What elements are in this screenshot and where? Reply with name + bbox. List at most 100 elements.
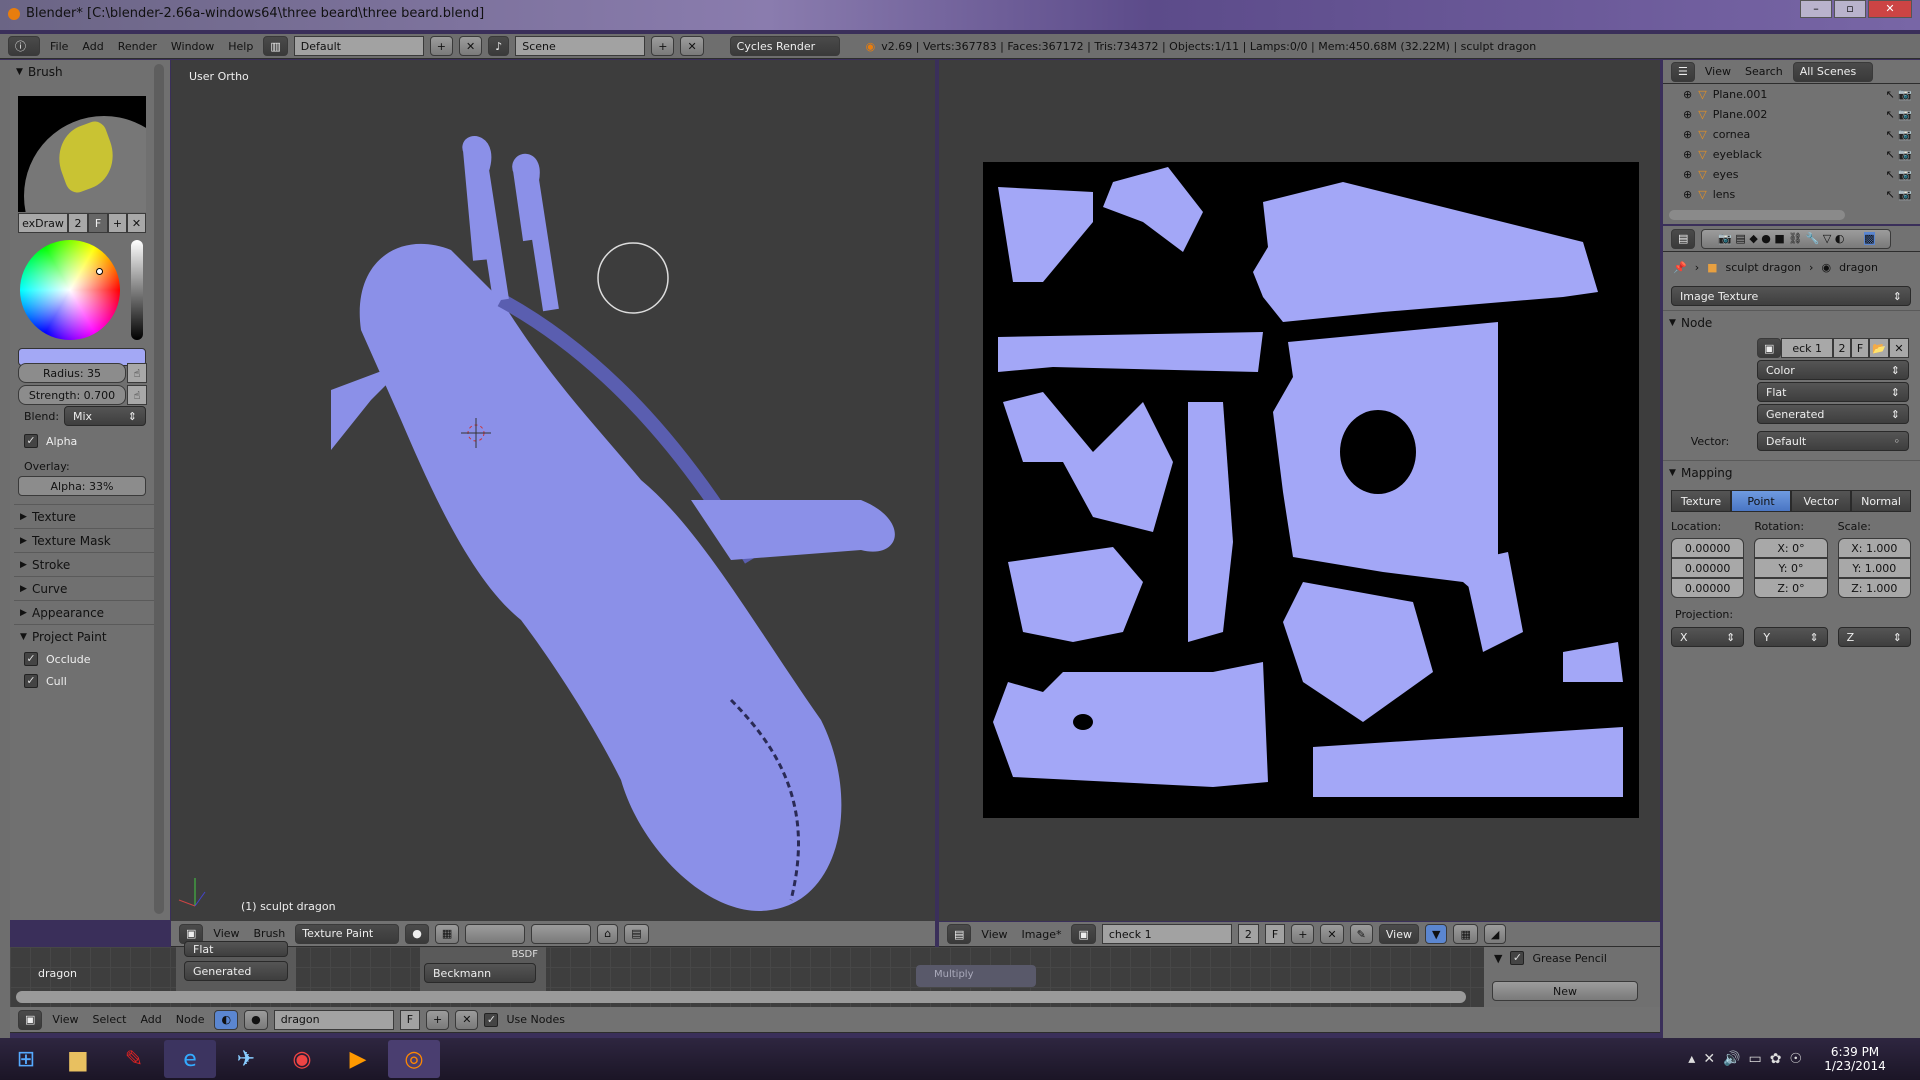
media-player-icon[interactable]: ▶ bbox=[332, 1040, 384, 1078]
app-icon[interactable]: ✈ bbox=[220, 1040, 272, 1078]
multiply-node[interactable]: Multiply bbox=[916, 965, 1036, 987]
rotation-field[interactable]: X: 0° bbox=[1754, 538, 1828, 558]
material-name-field[interactable]: dragon bbox=[273, 1009, 394, 1030]
fake-user-button[interactable]: F bbox=[88, 213, 108, 233]
outliner-item[interactable]: ⊕ ▽ cornea ↖ 📷 bbox=[1663, 124, 1920, 144]
expand-icon[interactable]: ⊕ bbox=[1683, 168, 1692, 181]
scale-field[interactable]: Y: 1.000 bbox=[1837, 558, 1911, 578]
internet-explorer-icon[interactable]: e bbox=[164, 1040, 216, 1078]
image-name[interactable]: eck 1 bbox=[1781, 338, 1833, 358]
section-curve[interactable]: ▶ Curve bbox=[14, 576, 154, 600]
breadcrumb-object[interactable]: sculpt dragon bbox=[1726, 261, 1802, 274]
image-fake-user[interactable]: F bbox=[1264, 924, 1286, 944]
source-dropdown[interactable]: Generated ⇕ bbox=[1757, 404, 1909, 424]
mapping-tab-normal[interactable]: Normal bbox=[1851, 490, 1911, 512]
alpha-checkbox[interactable]: ✓ Alpha bbox=[14, 430, 77, 452]
alpha-icon[interactable]: ◢ bbox=[1483, 924, 1507, 944]
occlude-checkbox[interactable]: ✓ Occlude bbox=[14, 648, 154, 670]
color-space-dropdown[interactable]: Color ⇕ bbox=[1757, 360, 1909, 380]
location-field[interactable]: 0.00000 bbox=[1671, 578, 1745, 598]
menu-add[interactable]: Add bbox=[78, 40, 107, 53]
projection-dropdown-z[interactable]: Z ⇕ bbox=[1837, 627, 1911, 647]
expand-icon[interactable]: ⊕ bbox=[1683, 108, 1692, 121]
view-dropdown[interactable]: View bbox=[1378, 924, 1419, 944]
section-project-paint[interactable]: ▼ Project Paint bbox=[14, 624, 154, 648]
pin-icon[interactable]: 📌 bbox=[1673, 261, 1687, 274]
remove-material-button[interactable]: ✕ bbox=[455, 1009, 479, 1030]
tray-icons[interactable]: ▴✕🔊▭✿☉ bbox=[1688, 1051, 1810, 1067]
section-texture-mask[interactable]: ▶ Texture Mask bbox=[14, 528, 154, 552]
mode-dropdown[interactable]: Texture Paint bbox=[295, 923, 400, 944]
image-editor[interactable] bbox=[939, 60, 1660, 921]
image-browse-icon[interactable]: ▣ bbox=[1071, 924, 1096, 944]
add-layout-button[interactable]: + bbox=[429, 36, 453, 56]
mapping-tab-point[interactable]: Point bbox=[1731, 490, 1791, 512]
close-button[interactable]: ✕ bbox=[1868, 0, 1912, 18]
expand-icon[interactable]: ⊕ bbox=[1683, 88, 1692, 101]
breadcrumb-material[interactable]: dragon bbox=[1839, 261, 1878, 274]
explorer-icon[interactable]: ▆ bbox=[52, 1040, 104, 1078]
node-flat-dropdown[interactable]: Flat bbox=[184, 941, 288, 957]
editor-type-image-icon[interactable]: ▤ bbox=[947, 924, 972, 944]
restrict-icons[interactable]: ↖ 📷 bbox=[1886, 148, 1912, 161]
outliner-item[interactable]: ⊕ ▽ Plane.001 ↖ 📷 bbox=[1663, 84, 1920, 104]
open-image-icon[interactable]: 📂 bbox=[1869, 338, 1889, 358]
restrict-icons[interactable]: ↖ 📷 bbox=[1886, 128, 1912, 141]
bsdf-node[interactable]: BSDF Beckmann bbox=[420, 947, 546, 991]
menu-search[interactable]: Search bbox=[1741, 65, 1787, 78]
menu-view[interactable]: View bbox=[1701, 65, 1735, 78]
beckmann-dropdown[interactable]: Beckmann bbox=[424, 963, 536, 983]
expand-icon[interactable]: ⊕ bbox=[1683, 188, 1692, 201]
properties-context-tabs[interactable]: 📷 ▤ ◆ ● ■ ⛓ 🔧 ▽ ◐ ▩ bbox=[1701, 228, 1892, 249]
brush-users[interactable]: 2 bbox=[68, 213, 88, 233]
menu-view[interactable]: View bbox=[209, 927, 243, 940]
mapping-tab-texture[interactable]: Texture bbox=[1671, 490, 1731, 512]
grease-pencil-new-button[interactable]: New bbox=[1492, 981, 1638, 1001]
node-section-header[interactable]: ▼ Node bbox=[1663, 310, 1920, 334]
rotation-field[interactable]: Z: 0° bbox=[1754, 578, 1828, 598]
section-stroke[interactable]: ▶ Stroke bbox=[14, 552, 154, 576]
lock-camera-icon[interactable]: ⌂ bbox=[597, 923, 619, 944]
brush-name[interactable]: exDraw bbox=[18, 213, 68, 233]
restrict-icons[interactable]: ↖ 📷 bbox=[1886, 188, 1912, 201]
outliner-scope-dropdown[interactable]: All Scenes bbox=[1792, 61, 1873, 82]
texture-icon[interactable]: ▦ bbox=[1453, 924, 1478, 944]
mapping-section-header[interactable]: ▼ Mapping bbox=[1663, 460, 1920, 484]
remove-scene-button[interactable]: ✕ bbox=[680, 36, 704, 56]
menu-window[interactable]: Window bbox=[167, 40, 218, 53]
start-button[interactable]: ⊞ bbox=[4, 1040, 48, 1078]
grease-pencil-checkbox[interactable]: ▼ ✓ Grease Pencil bbox=[1484, 947, 1660, 969]
menu-help[interactable]: Help bbox=[224, 40, 257, 53]
pressure-strength-icon[interactable]: ☝ bbox=[127, 385, 147, 405]
image-name-field[interactable]: check 1 bbox=[1101, 924, 1232, 944]
shading-icon[interactable]: ● bbox=[405, 923, 429, 944]
menu-brush[interactable]: Brush bbox=[250, 927, 290, 940]
texture-paint-mask-icon[interactable]: ▦ bbox=[434, 923, 460, 944]
shader-nodes-icon[interactable]: ◐ bbox=[214, 1009, 239, 1030]
menu-view[interactable]: View bbox=[48, 1013, 82, 1026]
add-scene-button[interactable]: + bbox=[651, 36, 675, 56]
new-image-button[interactable]: + bbox=[1291, 924, 1315, 944]
radius-slider[interactable]: Radius: 35 bbox=[18, 363, 126, 383]
scene-field[interactable]: Scene bbox=[515, 36, 646, 56]
render-icon[interactable]: ▤ bbox=[624, 923, 649, 944]
strength-slider[interactable]: Strength: 0.700 bbox=[18, 385, 126, 405]
chrome-icon[interactable]: ◉ bbox=[276, 1040, 328, 1078]
node-generated-dropdown[interactable]: Generated bbox=[184, 961, 288, 981]
rotation-field[interactable]: Y: 0° bbox=[1754, 558, 1828, 578]
section-texture[interactable]: ▶ Texture bbox=[14, 504, 154, 528]
outliner-item[interactable]: ⊕ ▽ Plane.002 ↖ 📷 bbox=[1663, 104, 1920, 124]
layers-right[interactable] bbox=[531, 923, 592, 944]
image-texture-node[interactable]: Flat Generated bbox=[176, 941, 296, 991]
restrict-icons[interactable]: ↖ 📷 bbox=[1886, 168, 1912, 181]
brush-preview[interactable] bbox=[18, 96, 146, 212]
scene-icon[interactable]: ♪ bbox=[488, 36, 510, 56]
scale-field[interactable]: X: 1.000 bbox=[1837, 538, 1911, 558]
image-browse-icon[interactable]: ▣ bbox=[1757, 338, 1782, 358]
material-fake-user[interactable]: F bbox=[399, 1009, 421, 1030]
menu-file[interactable]: File bbox=[46, 40, 72, 53]
node-editor-h-scrollbar[interactable] bbox=[16, 991, 1466, 1003]
add-material-button[interactable]: + bbox=[426, 1009, 450, 1030]
layers-left[interactable] bbox=[465, 923, 526, 944]
tool-shelf-scrollbar[interactable] bbox=[154, 64, 164, 914]
